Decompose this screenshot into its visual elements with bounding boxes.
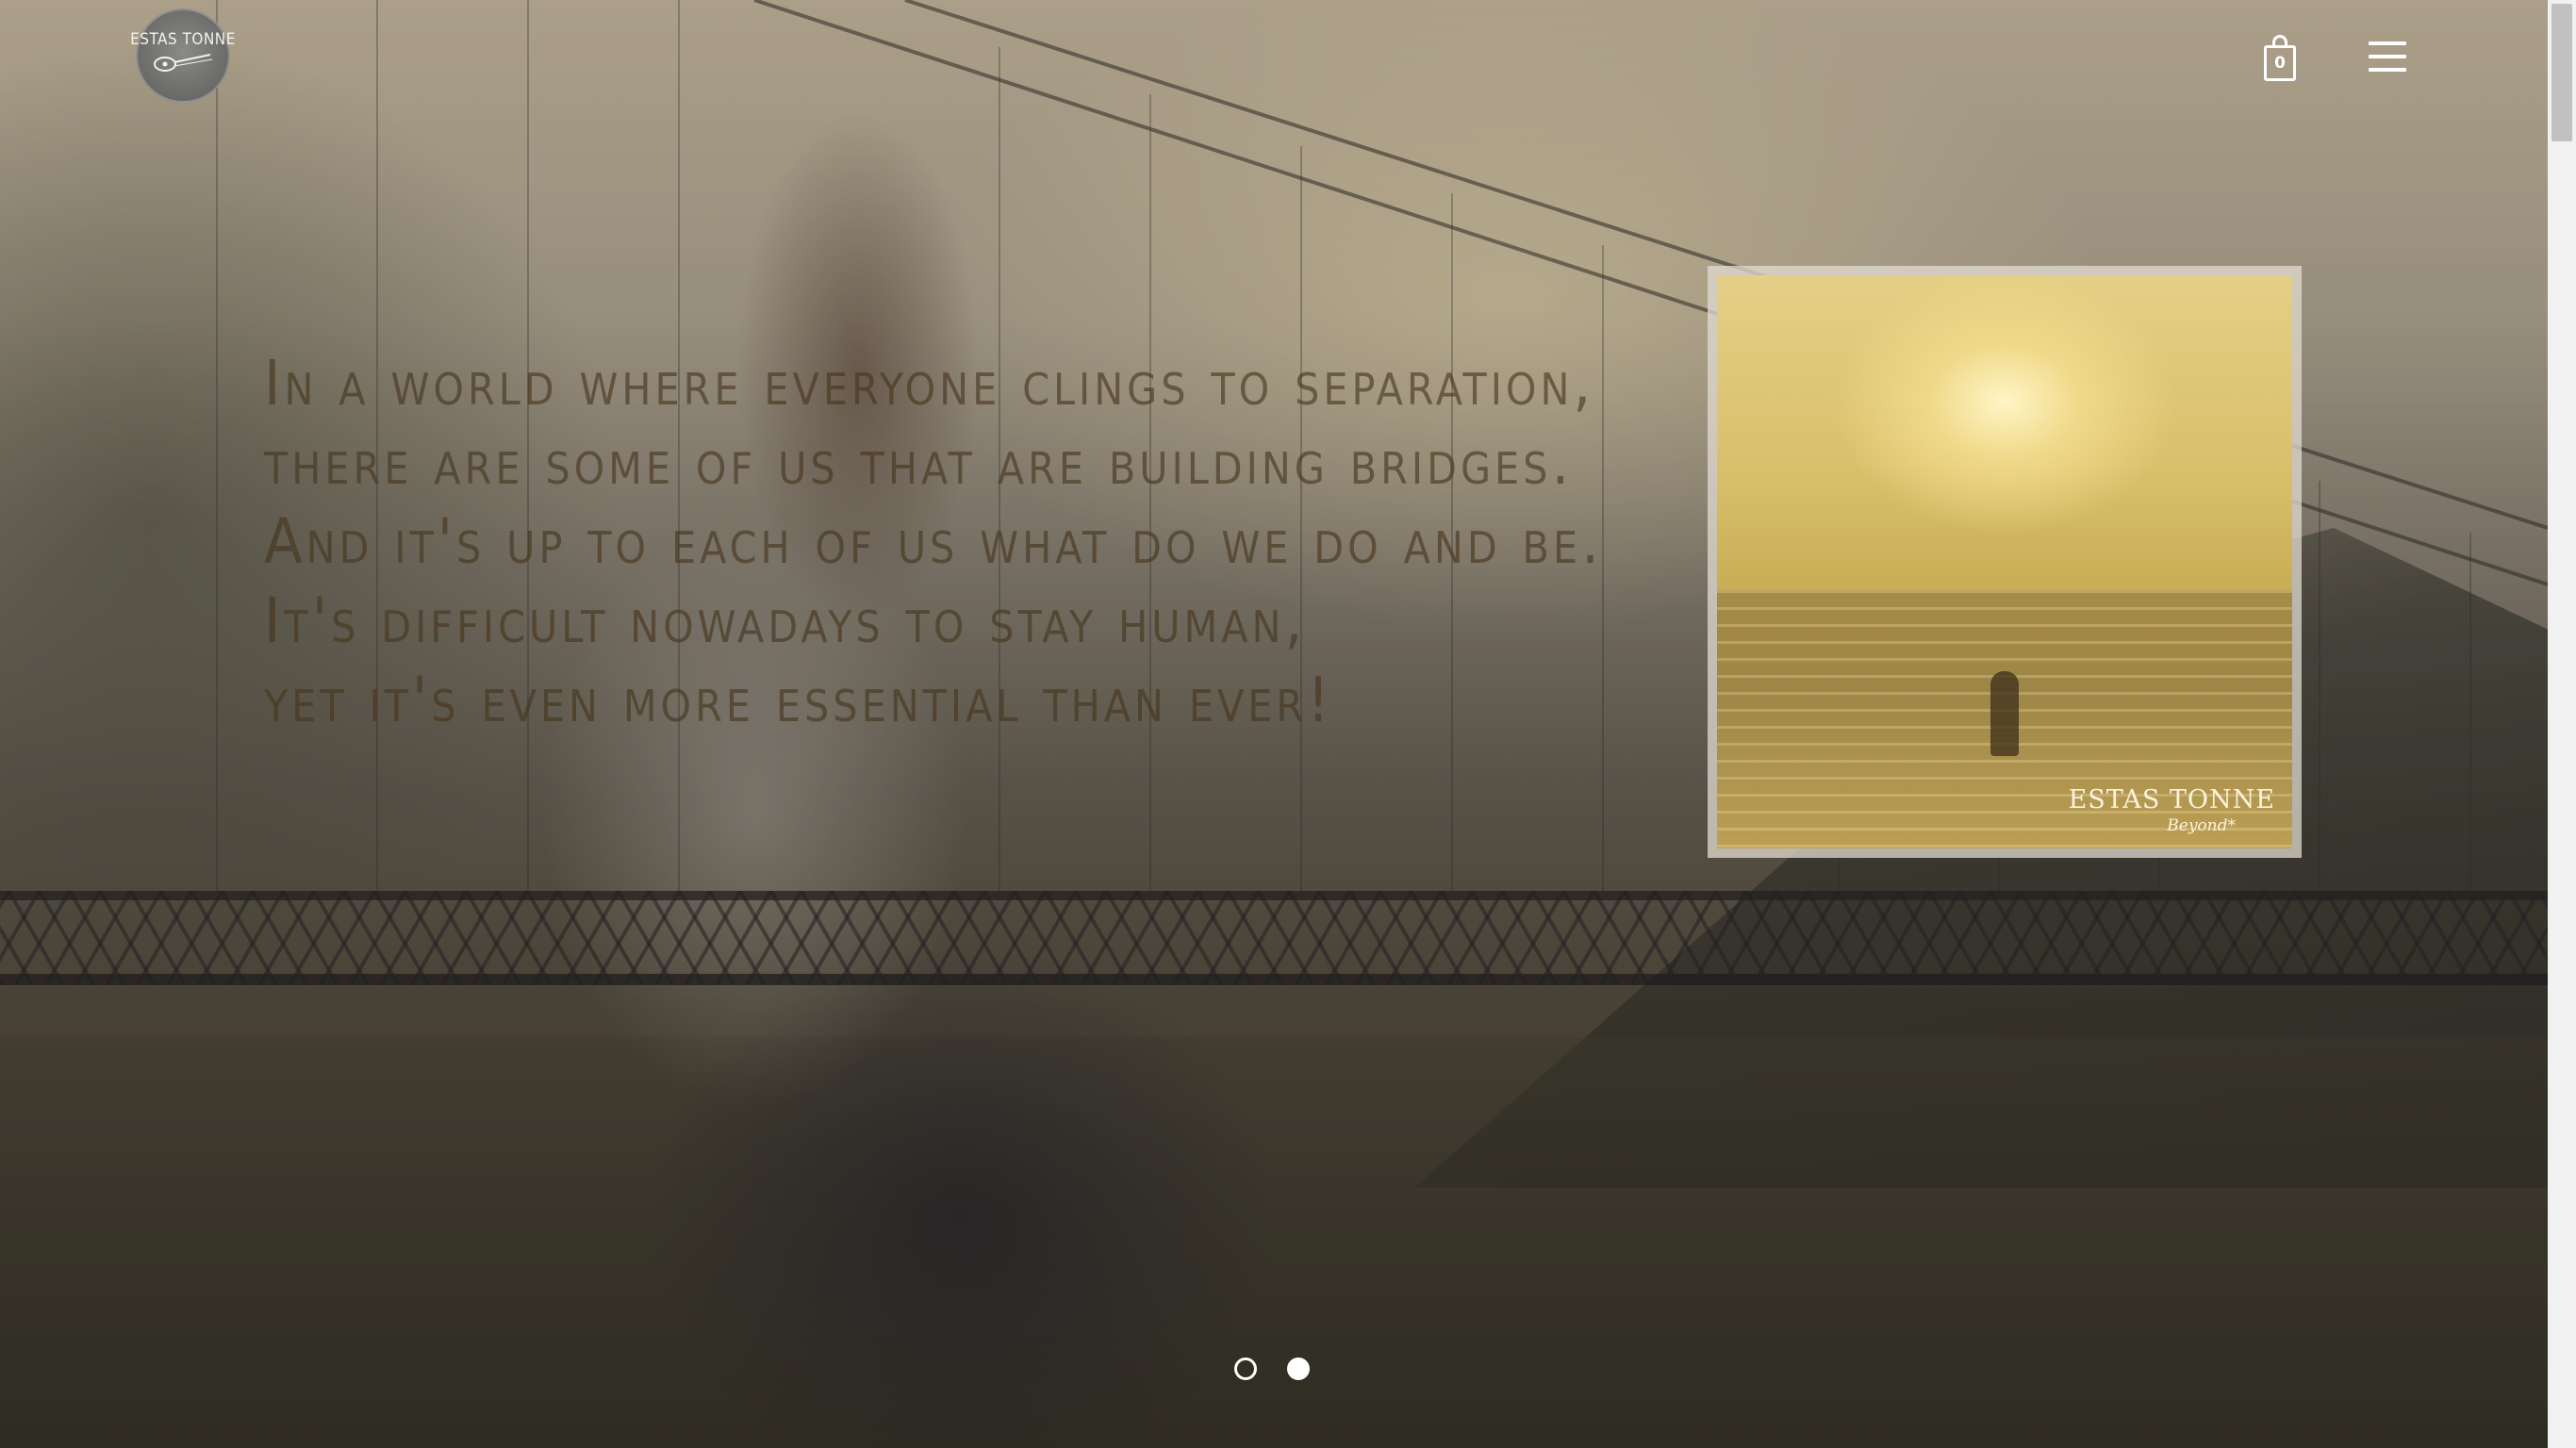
hamburger-menu-icon-bar-top	[2369, 41, 2406, 45]
album-cover-art: ESTAS TONNE Beyond*	[1717, 275, 2292, 848]
cart-button[interactable]: 0	[2260, 28, 2300, 81]
hamburger-menu-icon-bar-middle	[2369, 55, 2406, 58]
quote-line: there are some of us that are building b…	[264, 426, 1574, 499]
logo-text: ESTAS TONNE	[130, 29, 236, 49]
hamburger-menu-icon-bar-bottom	[2369, 68, 2406, 72]
quote-line: It's difficult nowadays to stay human,	[264, 584, 1307, 657]
slider-dot-2[interactable]	[1287, 1358, 1310, 1380]
cart-count: 0	[2274, 53, 2286, 73]
scrollbar-thumb[interactable]	[2551, 4, 2572, 141]
page-viewport: ESTAS TONNE 0 In a world where everyone …	[0, 0, 2576, 1448]
quote-line: In a world where everyone clings to sepa…	[264, 347, 1595, 420]
quote-line: yet it's even more essential than ever!	[264, 664, 1333, 736]
album-subtitle: Beyond*	[2167, 816, 2236, 835]
hamburger-menu-button[interactable]	[2369, 41, 2406, 72]
shopping-bag-icon: 0	[2264, 35, 2296, 81]
quote-line: And it's up to each of us what do we do …	[264, 505, 1603, 578]
site-logo[interactable]: ESTAS TONNE	[130, 8, 235, 103]
slider-dot-1[interactable]	[1234, 1358, 1257, 1380]
hero-quote: In a world where everyone clings to sepa…	[264, 344, 1678, 740]
guitar-logo-icon	[154, 53, 213, 72]
scrollbar-track[interactable]	[2548, 0, 2576, 1448]
album-title: ESTAS TONNE	[2068, 785, 2275, 814]
album-cover-frame[interactable]: ESTAS TONNE Beyond*	[1708, 266, 2302, 858]
album-cover-figure	[1990, 670, 2019, 756]
